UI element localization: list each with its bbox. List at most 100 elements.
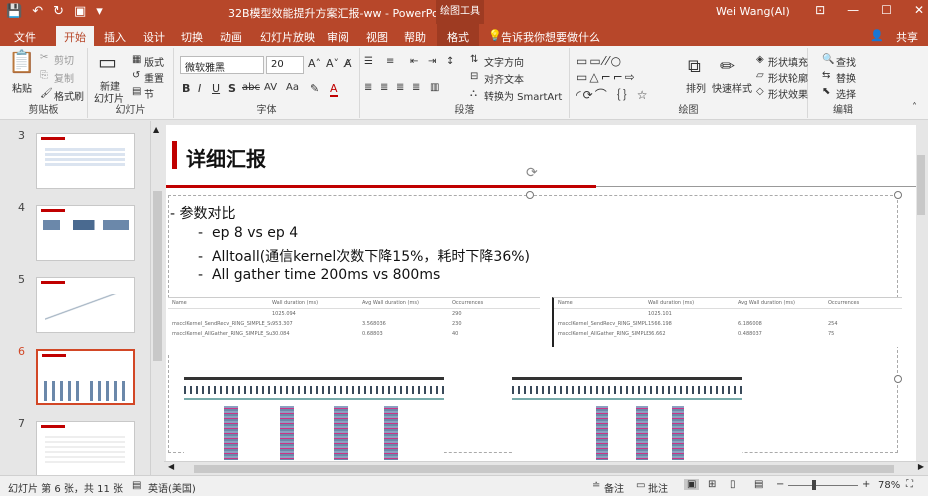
tab-file[interactable]: 文件 bbox=[14, 29, 36, 45]
tab-help[interactable]: 帮助 bbox=[404, 29, 426, 45]
tab-view[interactable]: 视图 bbox=[366, 29, 388, 45]
zoom-slider-handle[interactable] bbox=[812, 480, 816, 490]
resize-handle[interactable] bbox=[526, 191, 534, 199]
layout-button[interactable]: 版式 bbox=[144, 54, 164, 69]
reading-view-icon[interactable]: ▯ bbox=[730, 479, 736, 490]
decrease-font-icon[interactable]: A˅ bbox=[326, 57, 339, 70]
profiler-screenshot-ep8[interactable] bbox=[184, 377, 444, 461]
slide-horizontal-scrollbar[interactable]: ◀ ▶ bbox=[164, 461, 928, 475]
spellcheck-icon[interactable]: ▤ bbox=[132, 480, 141, 491]
profiler-screenshot-ep4[interactable] bbox=[512, 377, 742, 461]
slide-thumbnail-4[interactable] bbox=[36, 205, 135, 261]
font-color-icon[interactable]: A bbox=[330, 82, 338, 97]
arrange-button[interactable]: 排列 bbox=[686, 80, 706, 95]
columns-icon[interactable]: ▥ bbox=[430, 82, 439, 93]
decrease-indent-icon[interactable]: ⇤ bbox=[410, 56, 418, 67]
zoom-slider[interactable] bbox=[788, 485, 858, 486]
tab-insert[interactable]: 插入 bbox=[104, 29, 126, 45]
align-text-button[interactable]: 对齐文本 bbox=[484, 71, 524, 86]
zoom-in-icon[interactable]: + bbox=[862, 479, 870, 490]
scroll-up-icon[interactable]: ▲ bbox=[153, 125, 159, 134]
copy-button[interactable]: 复制 bbox=[54, 70, 74, 85]
cut-button[interactable]: 剪切 bbox=[54, 52, 74, 67]
find-button[interactable]: 查找 bbox=[836, 54, 856, 69]
thumbnail-scroll-thumb[interactable] bbox=[153, 191, 162, 361]
slide-thumbnail-5[interactable] bbox=[36, 277, 135, 333]
tell-me-search[interactable]: 告诉我你想要做什么 bbox=[501, 29, 600, 45]
italic-icon[interactable]: I bbox=[198, 82, 201, 95]
comments-button[interactable]: 批注 bbox=[648, 480, 668, 495]
save-icon[interactable]: 💾 bbox=[6, 4, 22, 19]
tab-home[interactable]: 开始 bbox=[56, 26, 94, 46]
highlight-icon[interactable]: ✎ bbox=[310, 82, 319, 95]
close-icon[interactable]: ✕ bbox=[914, 3, 924, 17]
redo-icon[interactable]: ↻ bbox=[53, 4, 64, 19]
underline-icon[interactable]: U bbox=[212, 82, 220, 95]
share-button[interactable]: 共享 bbox=[896, 29, 918, 45]
present-icon[interactable]: ▣ bbox=[74, 4, 86, 19]
thumbnail-scrollbar[interactable]: ▲ bbox=[150, 121, 164, 475]
fit-to-window-icon[interactable]: ⛶ bbox=[906, 479, 913, 490]
notes-button[interactable]: 备注 bbox=[604, 480, 624, 495]
shape-fill-button[interactable]: 形状填充 bbox=[768, 54, 808, 69]
collapse-ribbon-icon[interactable]: ˄ bbox=[912, 102, 917, 113]
slide-title[interactable]: 详细汇报 bbox=[186, 143, 266, 172]
zoom-out-icon[interactable]: − bbox=[776, 479, 784, 490]
reset-button[interactable]: 重置 bbox=[144, 70, 164, 85]
rotate-handle-icon[interactable]: ⟳ bbox=[526, 165, 538, 181]
resize-handle[interactable] bbox=[894, 375, 902, 383]
numbering-icon[interactable]: ≡ bbox=[386, 56, 394, 67]
slideshow-view-icon[interactable]: ▤ bbox=[754, 479, 763, 490]
quick-styles-button[interactable]: 快速样式 bbox=[712, 80, 752, 95]
bullets-icon[interactable]: ☰ bbox=[364, 56, 373, 67]
justify-icon[interactable]: ≣ bbox=[412, 82, 420, 93]
maximize-icon[interactable]: ☐ bbox=[881, 3, 892, 17]
bold-icon[interactable]: B bbox=[182, 82, 190, 95]
current-slide[interactable]: 详细汇报 ⟳ - 参数对比 - ep 8 vs ep 4 - Alltoall(… bbox=[166, 125, 918, 461]
section-button[interactable]: 节 bbox=[144, 86, 154, 101]
shapes-gallery-row2[interactable]: ▭△⌐⌐⇨ bbox=[576, 70, 637, 84]
line-spacing-icon[interactable]: ↕ bbox=[446, 56, 454, 67]
slide-vertical-scrollbar[interactable] bbox=[916, 125, 926, 461]
horizontal-scroll-thumb[interactable] bbox=[194, 465, 894, 473]
increase-font-icon[interactable]: A˄ bbox=[308, 57, 321, 70]
resize-handle[interactable] bbox=[894, 191, 902, 199]
customize-qat-icon[interactable]: ▾ bbox=[96, 4, 103, 19]
normal-view-icon[interactable]: ▣ bbox=[684, 479, 700, 490]
align-right-icon[interactable]: ≣ bbox=[396, 82, 404, 93]
arrange-icon[interactable]: ⧉ bbox=[688, 56, 701, 77]
scroll-right-icon[interactable]: ▶ bbox=[918, 462, 924, 471]
user-name[interactable]: Wei Wang(AI) bbox=[716, 5, 790, 18]
clear-format-icon[interactable]: A̸ bbox=[344, 57, 352, 70]
new-slide-icon[interactable]: ▭ bbox=[98, 50, 117, 74]
slide-thumbnail-6[interactable] bbox=[36, 349, 135, 405]
paste-button[interactable]: 粘贴 bbox=[12, 80, 32, 95]
replace-button[interactable]: 替换 bbox=[836, 70, 856, 85]
slide-scroll-thumb[interactable] bbox=[917, 155, 925, 215]
tab-review[interactable]: 审阅 bbox=[327, 29, 349, 45]
slide-thumbnail-7[interactable] bbox=[36, 421, 135, 477]
bullet-level2[interactable]: - ep 8 vs ep 4 bbox=[198, 225, 298, 241]
minimize-icon[interactable]: — bbox=[847, 3, 859, 17]
slide-thumbnail-3[interactable] bbox=[36, 133, 135, 189]
char-spacing-icon[interactable]: AV bbox=[264, 82, 277, 93]
shadow-icon[interactable]: S bbox=[228, 82, 236, 95]
quick-styles-icon[interactable]: ✏ bbox=[720, 56, 735, 77]
bullet-level2[interactable]: - Alltoall(通信kernel次数下降15%，耗时下降36%) bbox=[198, 246, 530, 266]
text-direction-button[interactable]: 文字方向 bbox=[484, 54, 524, 69]
shape-outline-button[interactable]: 形状轮廓 bbox=[768, 70, 808, 85]
tab-animations[interactable]: 动画 bbox=[220, 29, 242, 45]
shape-effects-button[interactable]: 形状效果 bbox=[768, 86, 808, 101]
ribbon-display-icon[interactable]: ⊡ bbox=[815, 3, 825, 17]
slide-sorter-icon[interactable]: ⊞ bbox=[708, 479, 716, 490]
font-size-combo[interactable]: 20 bbox=[266, 56, 304, 74]
increase-indent-icon[interactable]: ⇥ bbox=[428, 56, 436, 67]
change-case-icon[interactable]: Aa bbox=[286, 82, 299, 93]
bullet-level2[interactable]: - All gather time 200ms vs 800ms bbox=[198, 267, 440, 283]
paste-icon[interactable]: 📋 bbox=[8, 50, 35, 75]
strikethrough-icon[interactable]: abc bbox=[242, 82, 260, 93]
undo-icon[interactable]: ↶ bbox=[32, 4, 43, 19]
align-center-icon[interactable]: ≣ bbox=[380, 82, 388, 93]
tab-format[interactable]: 格式 bbox=[437, 24, 479, 46]
align-left-icon[interactable]: ≣ bbox=[364, 82, 372, 93]
